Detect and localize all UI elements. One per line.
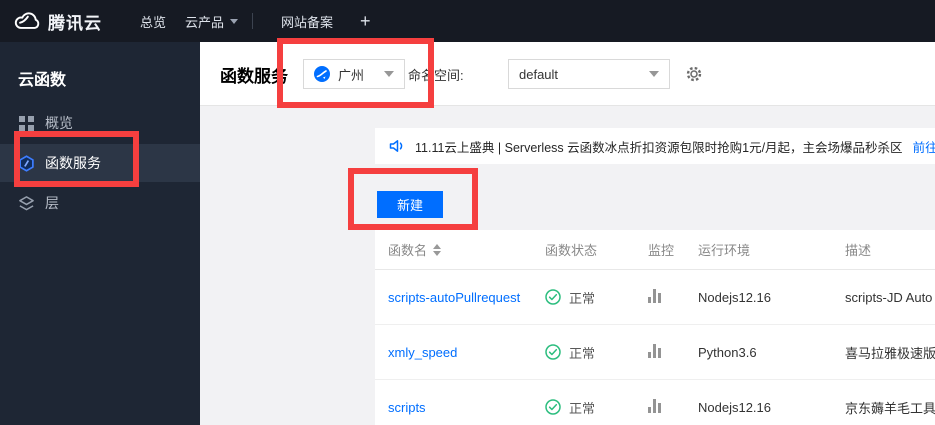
bar-chart-icon[interactable] xyxy=(648,398,661,413)
function-name-link[interactable]: scripts xyxy=(388,400,545,415)
desc-cell: 京东薅羊毛工具 xyxy=(845,400,935,416)
desc-cell: scripts-JD Auto P xyxy=(845,289,935,305)
notice-link[interactable]: 前往 xyxy=(913,137,935,156)
table-row: scripts-autoPullrequest 正常 Nodejs12.16 s… xyxy=(375,270,935,325)
nav-item-beian[interactable]: 网站备案 xyxy=(281,0,333,42)
status-cell: 正常 xyxy=(545,343,648,362)
runtime-cell: Nodejs12.16 xyxy=(698,289,771,305)
create-button[interactable]: 新建 xyxy=(377,191,443,218)
check-circle-icon xyxy=(545,289,561,305)
layers-icon xyxy=(18,195,35,212)
check-circle-icon xyxy=(545,344,561,360)
sidebar-item-layers[interactable]: 层 xyxy=(0,184,200,222)
status-label: 正常 xyxy=(569,290,596,306)
sidebar: 云函数 概览 函数服务 层 xyxy=(0,42,200,425)
page-header: 函数服务 广州 命名空间: default xyxy=(200,42,935,106)
table-header-row: 函数名 函数状态 监控 运行环境 描述 xyxy=(375,230,935,270)
namespace-label: 命名空间: xyxy=(408,67,464,83)
brand-logo[interactable]: 腾讯云 xyxy=(14,0,102,42)
nav-item-products[interactable]: 云产品 xyxy=(185,0,239,42)
col-header-status: 函数状态 xyxy=(545,243,598,258)
nav-item-overview[interactable]: 总览 xyxy=(140,0,166,42)
col-header-monitor: 监控 xyxy=(648,243,675,258)
status-label: 正常 xyxy=(569,400,596,416)
hexagon-function-icon xyxy=(18,154,35,172)
status-cell: 正常 xyxy=(545,398,648,417)
notice-text: 11.11云上盛典 | Serverless 云函数冰点折扣资源包限时抢购1元/… xyxy=(415,140,903,155)
sidebar-item-label: 概览 xyxy=(45,115,73,131)
col-header-name: 函数名 xyxy=(388,243,428,258)
region-selector[interactable]: 广州 xyxy=(303,59,405,89)
function-table: 函数名 函数状态 监控 运行环境 描述 scripts-autoPullrequ… xyxy=(375,230,935,425)
grid-icon xyxy=(18,115,35,132)
chevron-down-icon xyxy=(230,18,239,24)
bar-chart-icon[interactable] xyxy=(648,288,661,303)
chevron-down-icon xyxy=(384,71,394,77)
col-header-desc: 描述 xyxy=(845,243,872,258)
scf-console: 腾讯云 总览 云产品 网站备案 + 云函数 概览 函数服务 层 函数服务 广州 … xyxy=(0,0,935,425)
cloud-icon xyxy=(14,11,40,31)
brand-name: 腾讯云 xyxy=(48,13,102,33)
nav-add-tab-button[interactable]: + xyxy=(360,0,371,42)
desc-cell: 喜马拉雅极速版刷 xyxy=(845,345,935,361)
sidebar-item-functions[interactable]: 函数服务 xyxy=(0,144,200,182)
sidebar-item-label: 层 xyxy=(45,195,59,211)
region-value: 广州 xyxy=(338,67,365,83)
runtime-cell: Nodejs12.16 xyxy=(698,399,771,415)
sort-icon[interactable] xyxy=(433,243,442,256)
sidebar-title: 云函数 xyxy=(18,72,67,89)
table-row: scripts 正常 Nodejs12.16 京东薅羊毛工具 xyxy=(375,380,935,425)
runtime-cell: Python3.6 xyxy=(698,344,757,360)
table-row: xmly_speed 正常 Python3.6 喜马拉雅极速版刷 xyxy=(375,325,935,380)
nav-divider xyxy=(252,13,253,29)
check-circle-icon xyxy=(545,399,561,415)
speaker-icon xyxy=(389,138,405,154)
namespace-value: default xyxy=(519,66,559,82)
globe-icon xyxy=(314,66,330,82)
function-name-link[interactable]: xmly_speed xyxy=(388,345,545,360)
page-title: 函数服务 xyxy=(220,66,288,86)
status-cell: 正常 xyxy=(545,288,648,307)
chevron-down-icon xyxy=(649,71,659,77)
namespace-selector[interactable]: default xyxy=(508,59,670,89)
bar-chart-icon[interactable] xyxy=(648,343,661,358)
function-name-link[interactable]: scripts-autoPullrequest xyxy=(388,290,545,305)
top-navbar: 腾讯云 总览 云产品 网站备案 + xyxy=(0,0,935,42)
promo-notice-bar: 11.11云上盛典 | Serverless 云函数冰点折扣资源包限时抢购1元/… xyxy=(375,128,935,164)
col-header-runtime: 运行环境 xyxy=(698,243,751,258)
status-label: 正常 xyxy=(569,345,596,361)
gear-icon[interactable] xyxy=(686,66,702,82)
sidebar-item-label: 函数服务 xyxy=(45,155,101,171)
sidebar-item-overview[interactable]: 概览 xyxy=(0,104,200,142)
